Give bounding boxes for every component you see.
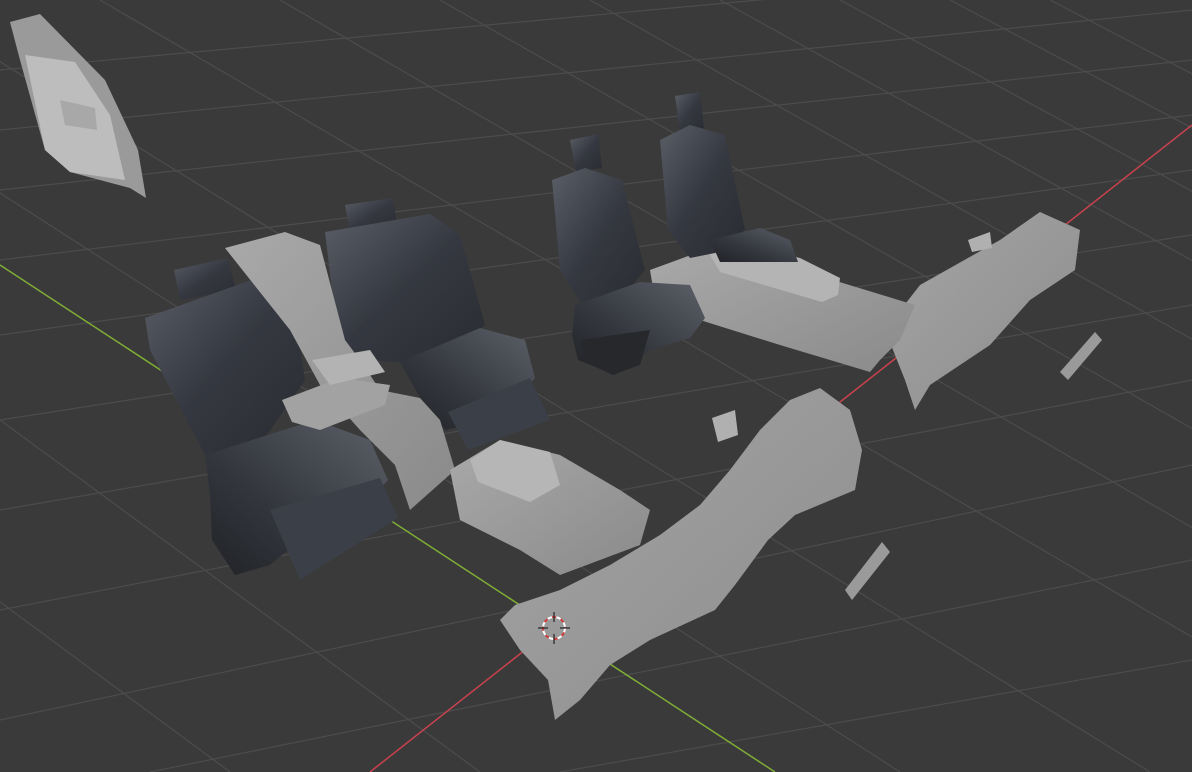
trim-strip-2[interactable] xyxy=(845,542,890,600)
front-right-seat[interactable] xyxy=(660,92,798,262)
floor-carpet-rear[interactable] xyxy=(885,212,1080,410)
viewport-canvas[interactable] xyxy=(0,0,1192,772)
front-console-lower[interactable] xyxy=(450,440,650,575)
3d-viewport[interactable] xyxy=(0,0,1192,772)
door-panel[interactable] xyxy=(10,14,146,198)
trim-strip-1[interactable] xyxy=(1060,332,1102,380)
